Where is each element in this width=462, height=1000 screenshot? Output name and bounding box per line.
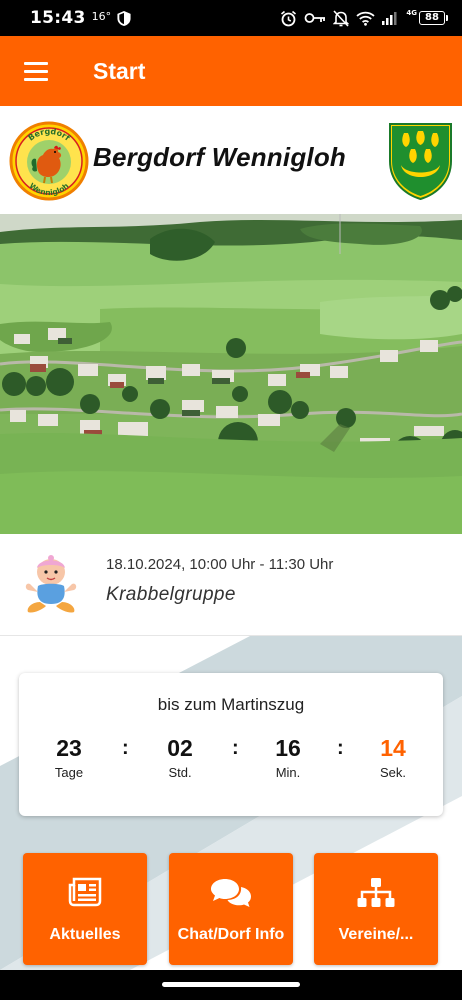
countdown-hours-label: Std. — [168, 765, 192, 780]
countdown-separator: : — [337, 737, 344, 759]
battery-level: 88 — [419, 11, 445, 25]
baby-icon — [25, 555, 77, 613]
countdown-label: bis zum Martinszug — [157, 695, 305, 714]
org-chart-icon — [357, 878, 395, 907]
countdown-separator: : — [232, 737, 239, 759]
event-card[interactable]: 18.10.2024, 10:00 Uhr - 11:30 Uhr Krabbe… — [0, 534, 462, 636]
countdown-minutes: 16 Min. — [253, 735, 323, 780]
tile-chat-dorf-info[interactable]: Chat/Dorf Info — [169, 853, 293, 965]
system-navigation-bar — [0, 970, 462, 1000]
network-type: 4G — [406, 9, 417, 17]
wifi-icon — [356, 11, 375, 26]
countdown-seconds: 14 Sek. — [358, 735, 428, 780]
countdown-hours-value: 02 — [167, 735, 193, 761]
header-banner: Bergdorf Wennigloh Bergdorf Wennigloh — [0, 106, 462, 214]
countdown-minutes-value: 16 — [275, 735, 301, 761]
countdown-minutes-label: Min. — [275, 765, 301, 780]
event-date: 18.10.2024, 10:00 Uhr - 11:30 Uhr — [106, 556, 334, 573]
tile-aktuelles-label: Aktuelles — [49, 926, 121, 943]
app-bar: Start — [0, 36, 462, 106]
village-name: Bergdorf Wennigloh — [93, 142, 346, 172]
countdown-seconds-label: Sek. — [379, 765, 406, 780]
bell-off-icon — [333, 9, 350, 27]
key-icon — [304, 13, 326, 23]
countdown-separator: : — [122, 737, 129, 759]
countdown-days-value: 23 — [56, 735, 82, 761]
tile-chat-dorf-info-label: Chat/Dorf Info — [177, 926, 285, 943]
status-icons: 4G 88 — [280, 9, 448, 27]
signal-icon — [382, 12, 397, 25]
tile-vereine[interactable]: Vereine/... — [314, 853, 438, 965]
countdown-card: bis zum Martinszug 23 Tage : 02 Std. : 1… — [19, 673, 443, 816]
page-title: Start — [93, 57, 146, 84]
quick-links: Aktuelles Chat/Dorf Info Vereine/... — [0, 853, 462, 965]
countdown-seconds-value: 14 — [380, 735, 406, 761]
countdown-days-label: Tage — [54, 765, 84, 780]
alarm-icon — [281, 10, 297, 26]
status-bar: 15:43 16° 4G 88 — [0, 0, 462, 36]
coat-of-arms-icon — [389, 123, 452, 201]
countdown-hours: 02 Std. — [145, 735, 215, 780]
tile-vereine-label: Vereine/... — [338, 926, 414, 943]
hamburger-menu-icon[interactable] — [5, 36, 67, 106]
status-time: 15:43 — [30, 8, 86, 28]
village-aerial-photo — [0, 214, 462, 534]
home-gesture-handle[interactable] — [162, 982, 300, 987]
countdown-days: 23 Tage — [34, 735, 104, 780]
status-temperature: 16° — [91, 9, 112, 23]
newspaper-icon — [68, 877, 102, 907]
shield-icon — [117, 10, 131, 26]
chat-bubbles-icon — [211, 879, 251, 907]
battery-icon: 88 — [419, 11, 448, 25]
event-title: Krabbelgruppe — [106, 584, 236, 605]
village-logo-icon: Bergdorf Wennigloh — [9, 121, 89, 201]
dashboard-area: bis zum Martinszug 23 Tage : 02 Std. : 1… — [0, 636, 462, 970]
tile-aktuelles[interactable]: Aktuelles — [23, 853, 147, 965]
